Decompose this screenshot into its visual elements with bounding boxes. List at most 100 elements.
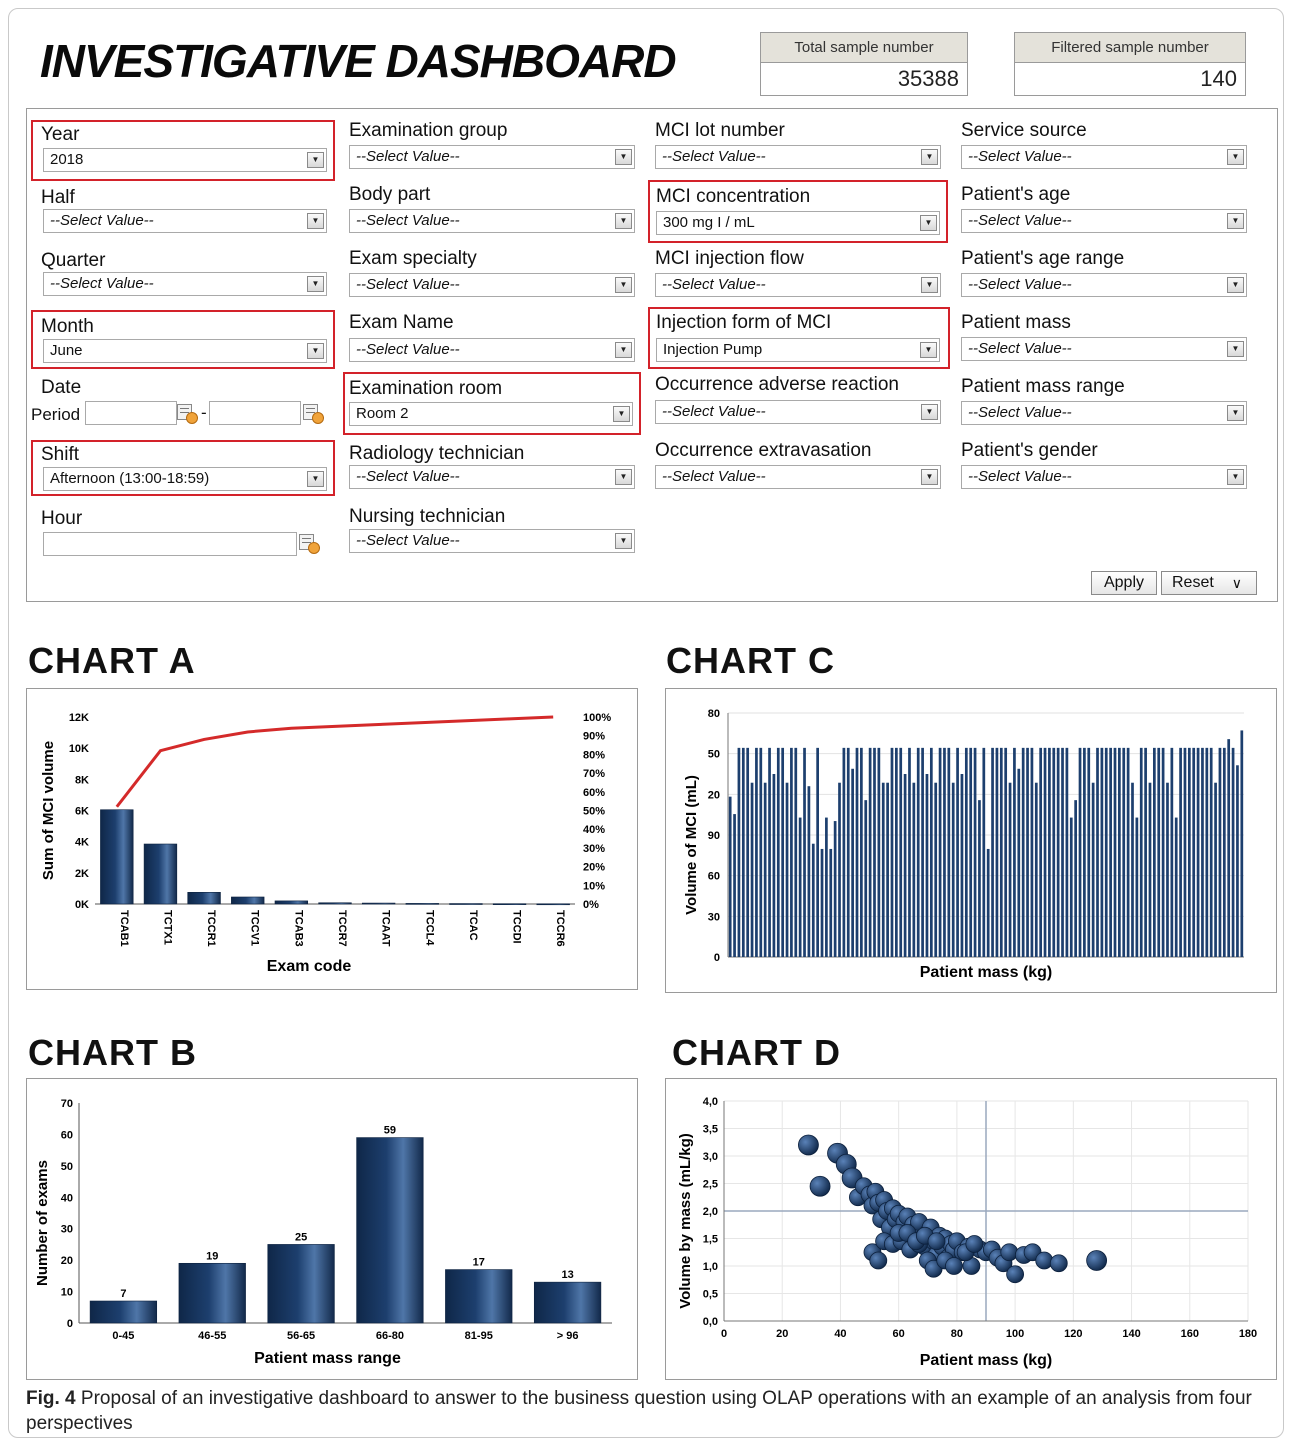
data-point bbox=[1086, 1250, 1108, 1271]
y-tick-label: 6K bbox=[75, 806, 89, 818]
figure-caption: Fig. 4 Proposal of an investigative dash… bbox=[26, 1386, 1276, 1436]
patient-age-label: Patient's age bbox=[961, 184, 1071, 205]
year-value: 2018 bbox=[50, 151, 84, 168]
dropdown-arrow-icon[interactable]: ▼ bbox=[1227, 213, 1244, 229]
exam-name-label: Exam Name bbox=[349, 312, 454, 333]
half-select[interactable]: --Select Value-- ▼ bbox=[43, 209, 327, 233]
patient-age-select[interactable]: --Select Value-- ▼ bbox=[961, 209, 1247, 233]
period-start-input[interactable] bbox=[85, 401, 177, 425]
bar bbox=[833, 821, 837, 957]
period-end-input[interactable] bbox=[209, 401, 301, 425]
shift-select[interactable]: Afternoon (13:00-18:59) ▼ bbox=[43, 467, 327, 491]
bar bbox=[405, 903, 439, 905]
examination-room-select[interactable]: Room 2 ▼ bbox=[349, 402, 633, 426]
patient-mass-label: Patient mass bbox=[961, 312, 1071, 333]
mci-concentration-value: 300 mg I / mL bbox=[663, 214, 755, 231]
shift-filter-group: Shift Afternoon (13:00-18:59) ▼ bbox=[31, 440, 335, 496]
calendar-icon[interactable] bbox=[303, 403, 325, 424]
apply-button[interactable]: Apply bbox=[1091, 571, 1157, 595]
dropdown-arrow-icon[interactable]: ▼ bbox=[307, 276, 324, 292]
bar bbox=[925, 774, 929, 957]
extravasation-label: Occurrence extravasation bbox=[655, 440, 872, 461]
extravasation-value: --Select Value-- bbox=[662, 468, 766, 485]
dropdown-arrow-icon[interactable]: ▼ bbox=[613, 406, 630, 422]
dropdown-arrow-icon[interactable]: ▼ bbox=[921, 469, 938, 485]
exam-name-select[interactable]: --Select Value-- ▼ bbox=[349, 338, 635, 362]
nursing-technician-select[interactable]: --Select Value-- ▼ bbox=[349, 529, 635, 553]
bar bbox=[1166, 782, 1169, 957]
chart-a-heading: CHART A bbox=[28, 640, 196, 681]
dropdown-arrow-icon[interactable]: ▼ bbox=[615, 469, 632, 485]
year-select[interactable]: 2018 ▼ bbox=[43, 148, 327, 172]
mci-concentration-select[interactable]: 300 mg I / mL ▼ bbox=[656, 211, 940, 235]
dropdown-arrow-icon[interactable]: ▼ bbox=[615, 533, 632, 549]
patient-age-range-select[interactable]: --Select Value-- ▼ bbox=[961, 273, 1247, 297]
y2-tick-label: 40% bbox=[583, 824, 605, 836]
dropdown-arrow-icon[interactable]: ▼ bbox=[307, 152, 324, 168]
dropdown-arrow-icon[interactable]: ▼ bbox=[1227, 277, 1244, 293]
y-tick-label: 60 bbox=[708, 871, 720, 883]
dropdown-arrow-icon[interactable]: ▼ bbox=[921, 149, 938, 165]
dropdown-arrow-icon[interactable]: ▼ bbox=[307, 343, 324, 359]
dropdown-arrow-icon[interactable]: ▼ bbox=[920, 215, 937, 231]
data-label: 7 bbox=[120, 1288, 126, 1300]
service-source-select[interactable]: --Select Value-- ▼ bbox=[961, 145, 1247, 169]
injection-form-select[interactable]: Injection Pump ▼ bbox=[656, 338, 940, 362]
x-tick-label: 60 bbox=[893, 1328, 905, 1340]
extravasation-select[interactable]: --Select Value-- ▼ bbox=[655, 465, 941, 489]
examination-group-select[interactable]: --Select Value-- ▼ bbox=[349, 145, 635, 169]
filtered-sample-label: Filtered sample number bbox=[1015, 33, 1245, 63]
mci-injection-flow-select[interactable]: --Select Value-- ▼ bbox=[655, 273, 941, 297]
x-axis-title: Patient mass range bbox=[254, 1350, 401, 1367]
bar bbox=[1043, 747, 1047, 957]
body-part-select[interactable]: --Select Value-- ▼ bbox=[349, 209, 635, 233]
calendar-icon[interactable] bbox=[299, 533, 321, 554]
month-select[interactable]: June ▼ bbox=[43, 339, 327, 363]
y-tick-label: 0K bbox=[75, 899, 89, 911]
chevron-down-icon[interactable]: ∨ bbox=[1232, 572, 1242, 594]
reset-button[interactable]: Reset ∨ bbox=[1161, 571, 1257, 595]
bar bbox=[89, 1300, 158, 1324]
adverse-reaction-select[interactable]: --Select Value-- ▼ bbox=[655, 400, 941, 424]
y-tick-label: 0,0 bbox=[703, 1316, 718, 1328]
bar bbox=[816, 747, 819, 957]
patient-mass-select[interactable]: --Select Value-- ▼ bbox=[961, 337, 1247, 361]
dropdown-arrow-icon[interactable]: ▼ bbox=[1227, 405, 1244, 421]
bar bbox=[978, 800, 981, 957]
chart-a-panel: 0K 2K 4K 6K 8K 10K 12K 0% 10% 20% 30% 40% 50% 60% 70% 8… bbox=[26, 688, 638, 990]
dropdown-arrow-icon[interactable]: ▼ bbox=[1227, 469, 1244, 485]
bar bbox=[776, 747, 780, 957]
hour-input[interactable] bbox=[43, 532, 297, 556]
calendar-icon[interactable] bbox=[177, 403, 199, 424]
patient-mass-range-select[interactable]: --Select Value-- ▼ bbox=[961, 401, 1247, 425]
y-axis-title: Volume of MCI (mL) bbox=[683, 775, 700, 915]
exam-specialty-select[interactable]: --Select Value-- ▼ bbox=[349, 273, 635, 297]
dropdown-arrow-icon[interactable]: ▼ bbox=[615, 342, 632, 358]
dropdown-arrow-icon[interactable]: ▼ bbox=[307, 471, 324, 487]
patient-gender-select[interactable]: --Select Value-- ▼ bbox=[961, 465, 1247, 489]
data-label: 19 bbox=[206, 1250, 218, 1262]
bar bbox=[1100, 747, 1104, 957]
injection-form-filter-group: Injection form of MCI Injection Pump ▼ bbox=[648, 307, 950, 369]
bar bbox=[1113, 747, 1117, 957]
dropdown-arrow-icon[interactable]: ▼ bbox=[921, 277, 938, 293]
hour-label: Hour bbox=[41, 508, 83, 529]
bar bbox=[1017, 768, 1021, 957]
x-tick-label: TCCR7 bbox=[336, 910, 348, 947]
y-tick-label: 2,5 bbox=[703, 1179, 718, 1191]
dropdown-arrow-icon[interactable]: ▼ bbox=[615, 213, 632, 229]
mci-lot-number-select[interactable]: --Select Value-- ▼ bbox=[655, 145, 941, 169]
quarter-select[interactable]: --Select Value-- ▼ bbox=[43, 272, 327, 296]
dropdown-arrow-icon[interactable]: ▼ bbox=[1227, 341, 1244, 357]
dropdown-arrow-icon[interactable]: ▼ bbox=[920, 342, 937, 358]
dropdown-arrow-icon[interactable]: ▼ bbox=[1227, 149, 1244, 165]
page-title: INVESTIGATIVE DASHBOARD bbox=[40, 35, 677, 87]
dropdown-arrow-icon[interactable]: ▼ bbox=[307, 213, 324, 229]
dropdown-arrow-icon[interactable]: ▼ bbox=[615, 277, 632, 293]
y-tick-label: 12K bbox=[69, 712, 89, 724]
radiology-technician-select[interactable]: --Select Value-- ▼ bbox=[349, 465, 635, 489]
dropdown-arrow-icon[interactable]: ▼ bbox=[921, 404, 938, 420]
dropdown-arrow-icon[interactable]: ▼ bbox=[615, 149, 632, 165]
cumulative-line bbox=[115, 715, 554, 808]
x-tick-label: 100 bbox=[1006, 1328, 1024, 1340]
